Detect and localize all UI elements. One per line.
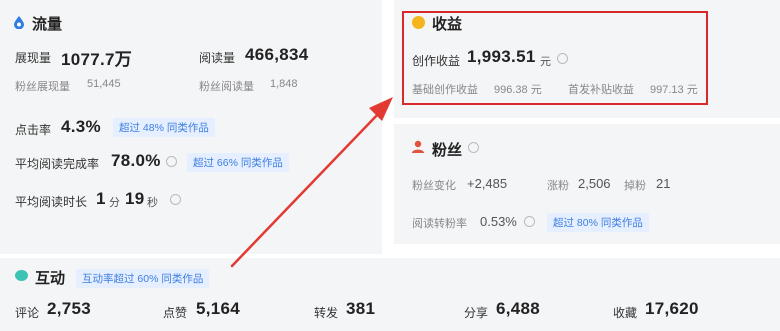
annotation-arrow — [230, 97, 393, 268]
